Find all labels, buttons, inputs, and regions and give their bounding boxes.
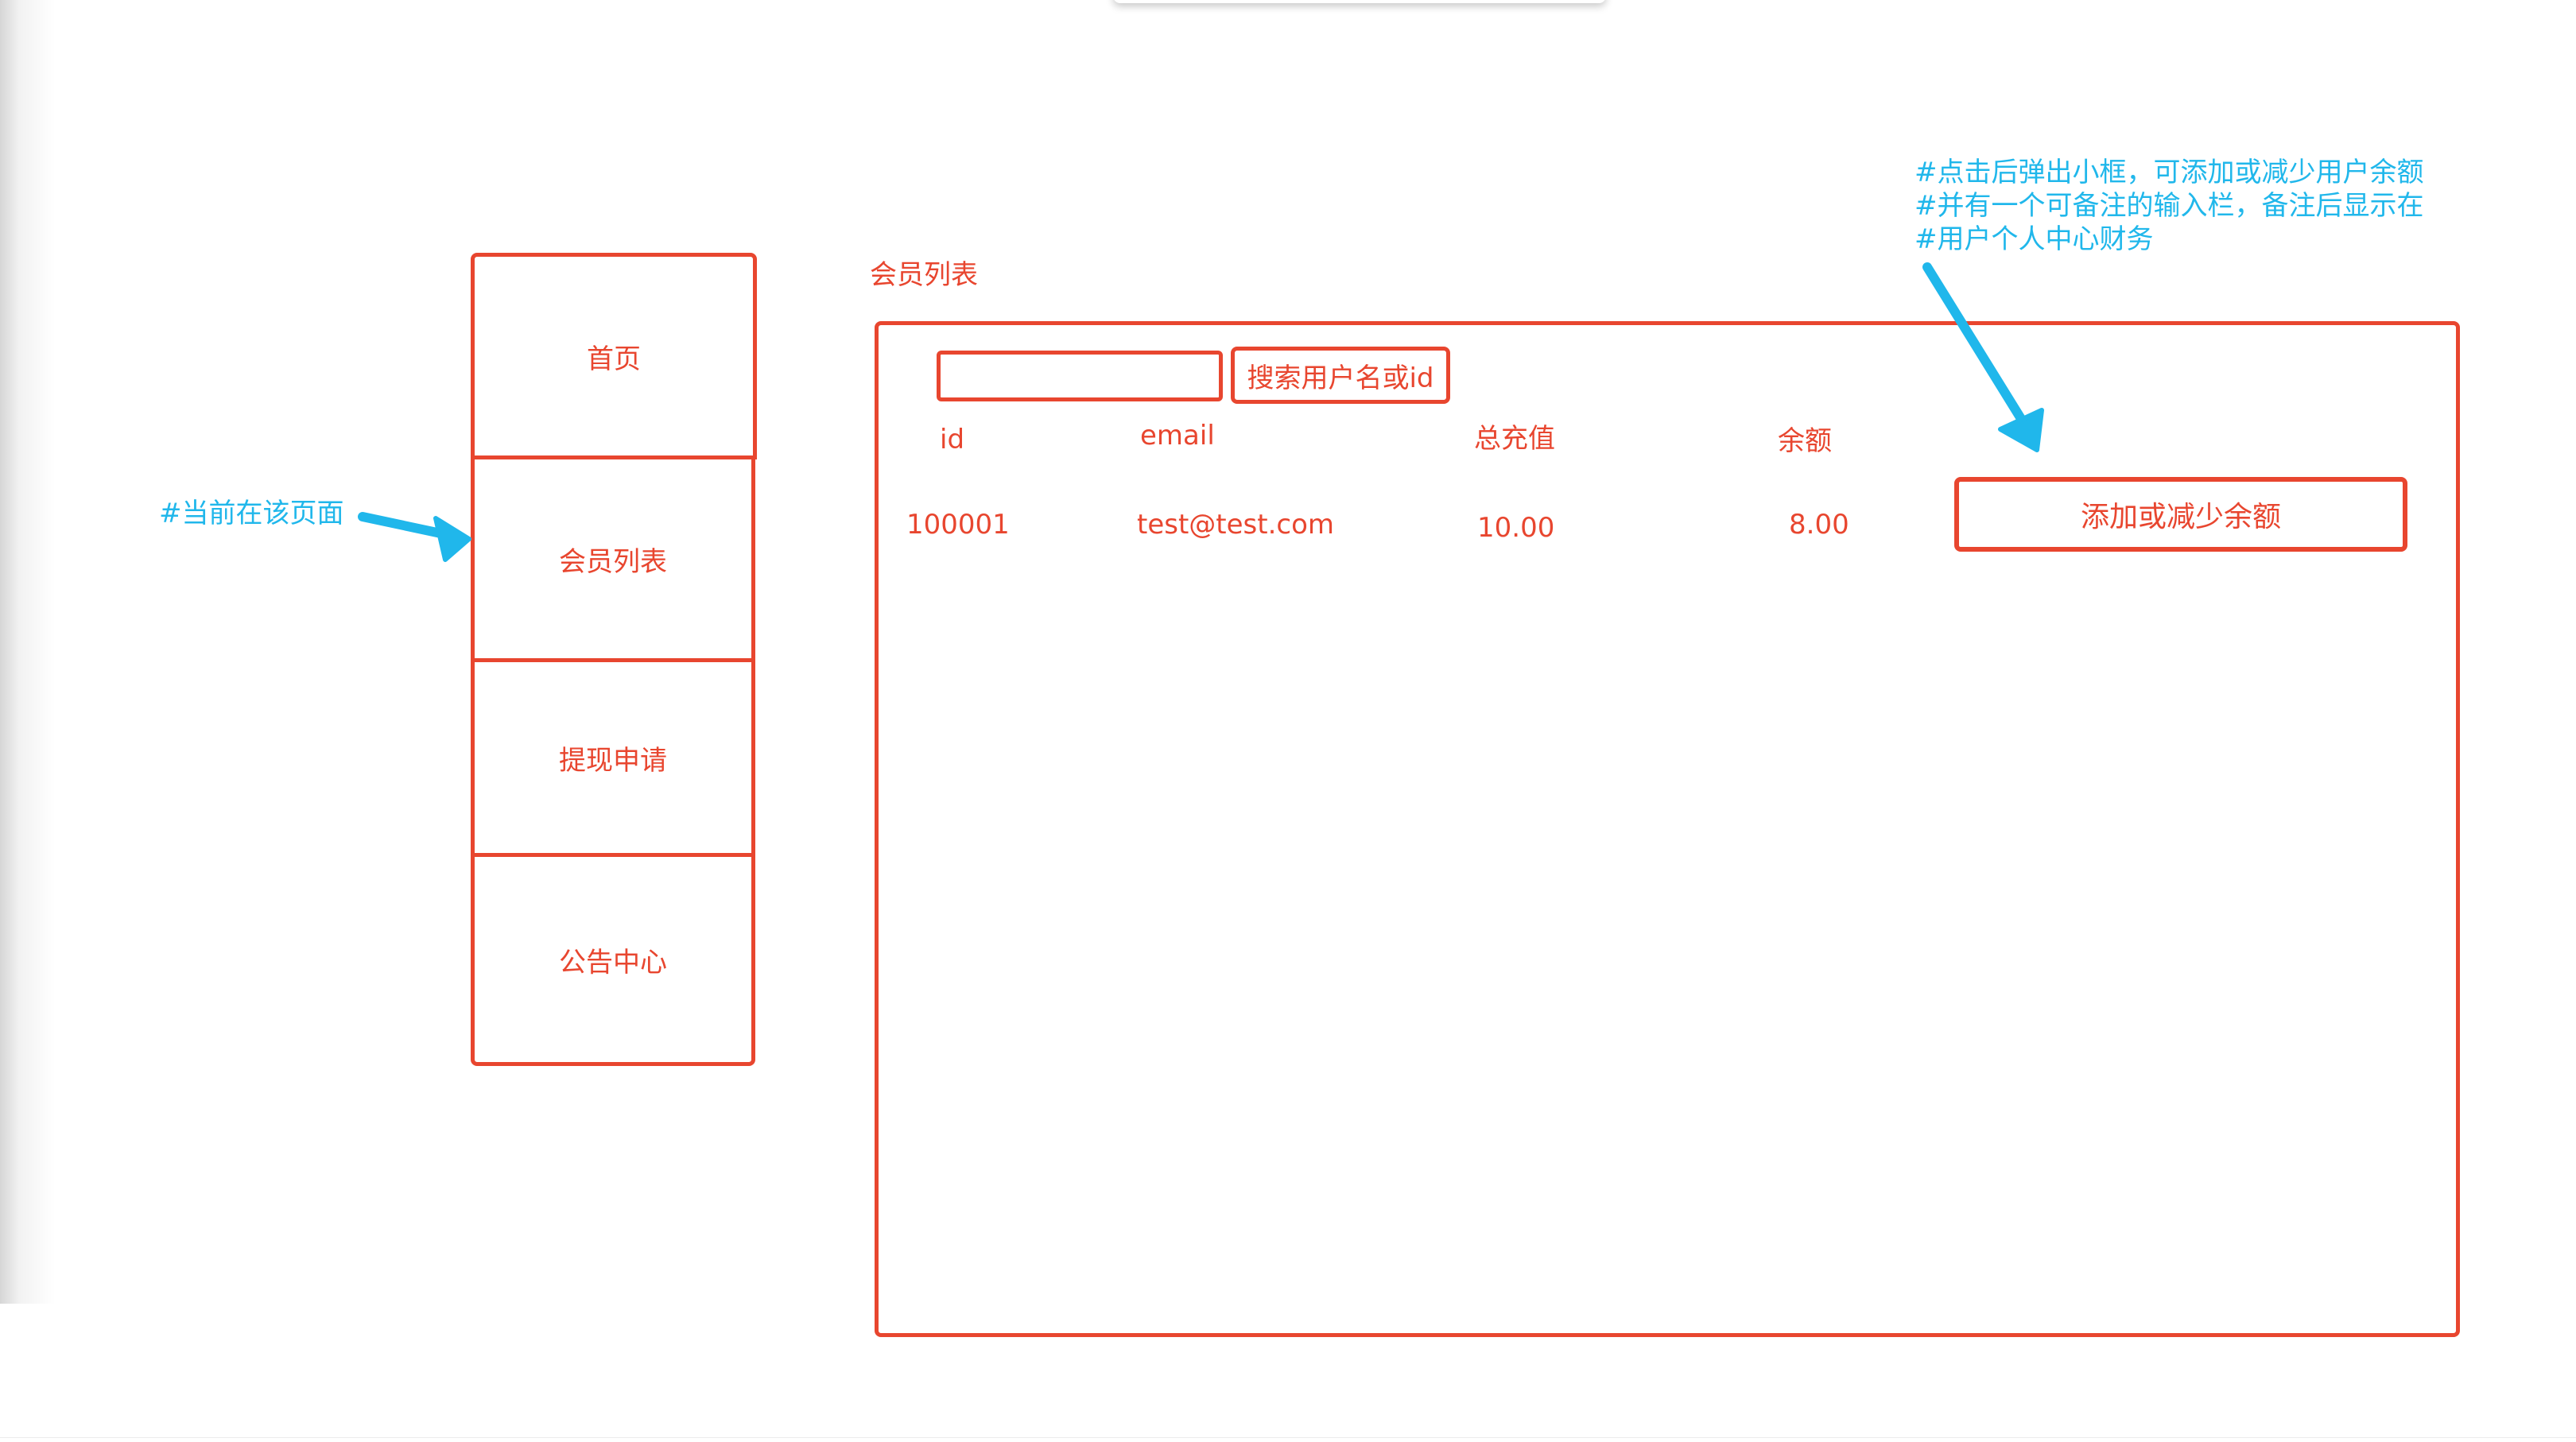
adjust-balance-button-label: 添加或减少余额 bbox=[2080, 501, 2281, 533]
cell-total-recharge: 10.00 bbox=[1477, 512, 1555, 544]
adjust-balance-button[interactable]: 添加或减少余额 bbox=[1954, 477, 2407, 552]
cell-balance: 8.00 bbox=[1789, 509, 1849, 541]
search-input[interactable] bbox=[937, 351, 1223, 401]
window-edge-shadow bbox=[0, 0, 56, 1304]
sidebar-item-withdrawal-requests[interactable]: 提现申请 bbox=[471, 658, 755, 857]
adjust-balance-annotation: #点击后弹出小框，可添加或减少用户余额 #并有一个可备注的输入栏，备注后显示在 … bbox=[1915, 156, 2424, 256]
top-window-shadow bbox=[1113, 0, 1606, 3]
cell-id: 100001 bbox=[906, 509, 1010, 541]
sidebar-item-label: 会员列表 bbox=[559, 545, 667, 578]
cell-email: test@test.com bbox=[1137, 509, 1335, 541]
bottom-divider bbox=[0, 1437, 2576, 1438]
column-header-balance: 余额 bbox=[1778, 425, 1832, 457]
annotation-line: #点击后弹出小框，可添加或减少用户余额 bbox=[1915, 157, 2424, 188]
search-button-label: 搜索用户名或id bbox=[1247, 362, 1434, 394]
search-button[interactable]: 搜索用户名或id bbox=[1231, 347, 1450, 404]
sidebar-item-announcement-center[interactable]: 公告中心 bbox=[471, 853, 755, 1066]
current-page-annotation: #当前在该页面 bbox=[159, 498, 344, 529]
annotation-line: #用户个人中心财务 bbox=[1915, 223, 2154, 255]
column-header-total-recharge: 总充值 bbox=[1474, 423, 1555, 455]
column-header-email: email bbox=[1140, 420, 1215, 452]
sidebar-item-label: 首页 bbox=[587, 343, 641, 375]
arrow-icon bbox=[358, 512, 471, 562]
main-content-panel bbox=[875, 321, 2460, 1337]
column-header-id: id bbox=[940, 424, 965, 455]
sidebar-item-member-list[interactable]: 会员列表 bbox=[471, 455, 755, 662]
sidebar-item-home[interactable]: 首页 bbox=[471, 253, 757, 459]
page-title: 会员列表 bbox=[870, 259, 978, 291]
annotation-line: #并有一个可备注的输入栏，备注后显示在 bbox=[1915, 190, 2424, 222]
sidebar-item-label: 公告中心 bbox=[559, 946, 667, 979]
sidebar-item-label: 提现申请 bbox=[559, 744, 667, 777]
